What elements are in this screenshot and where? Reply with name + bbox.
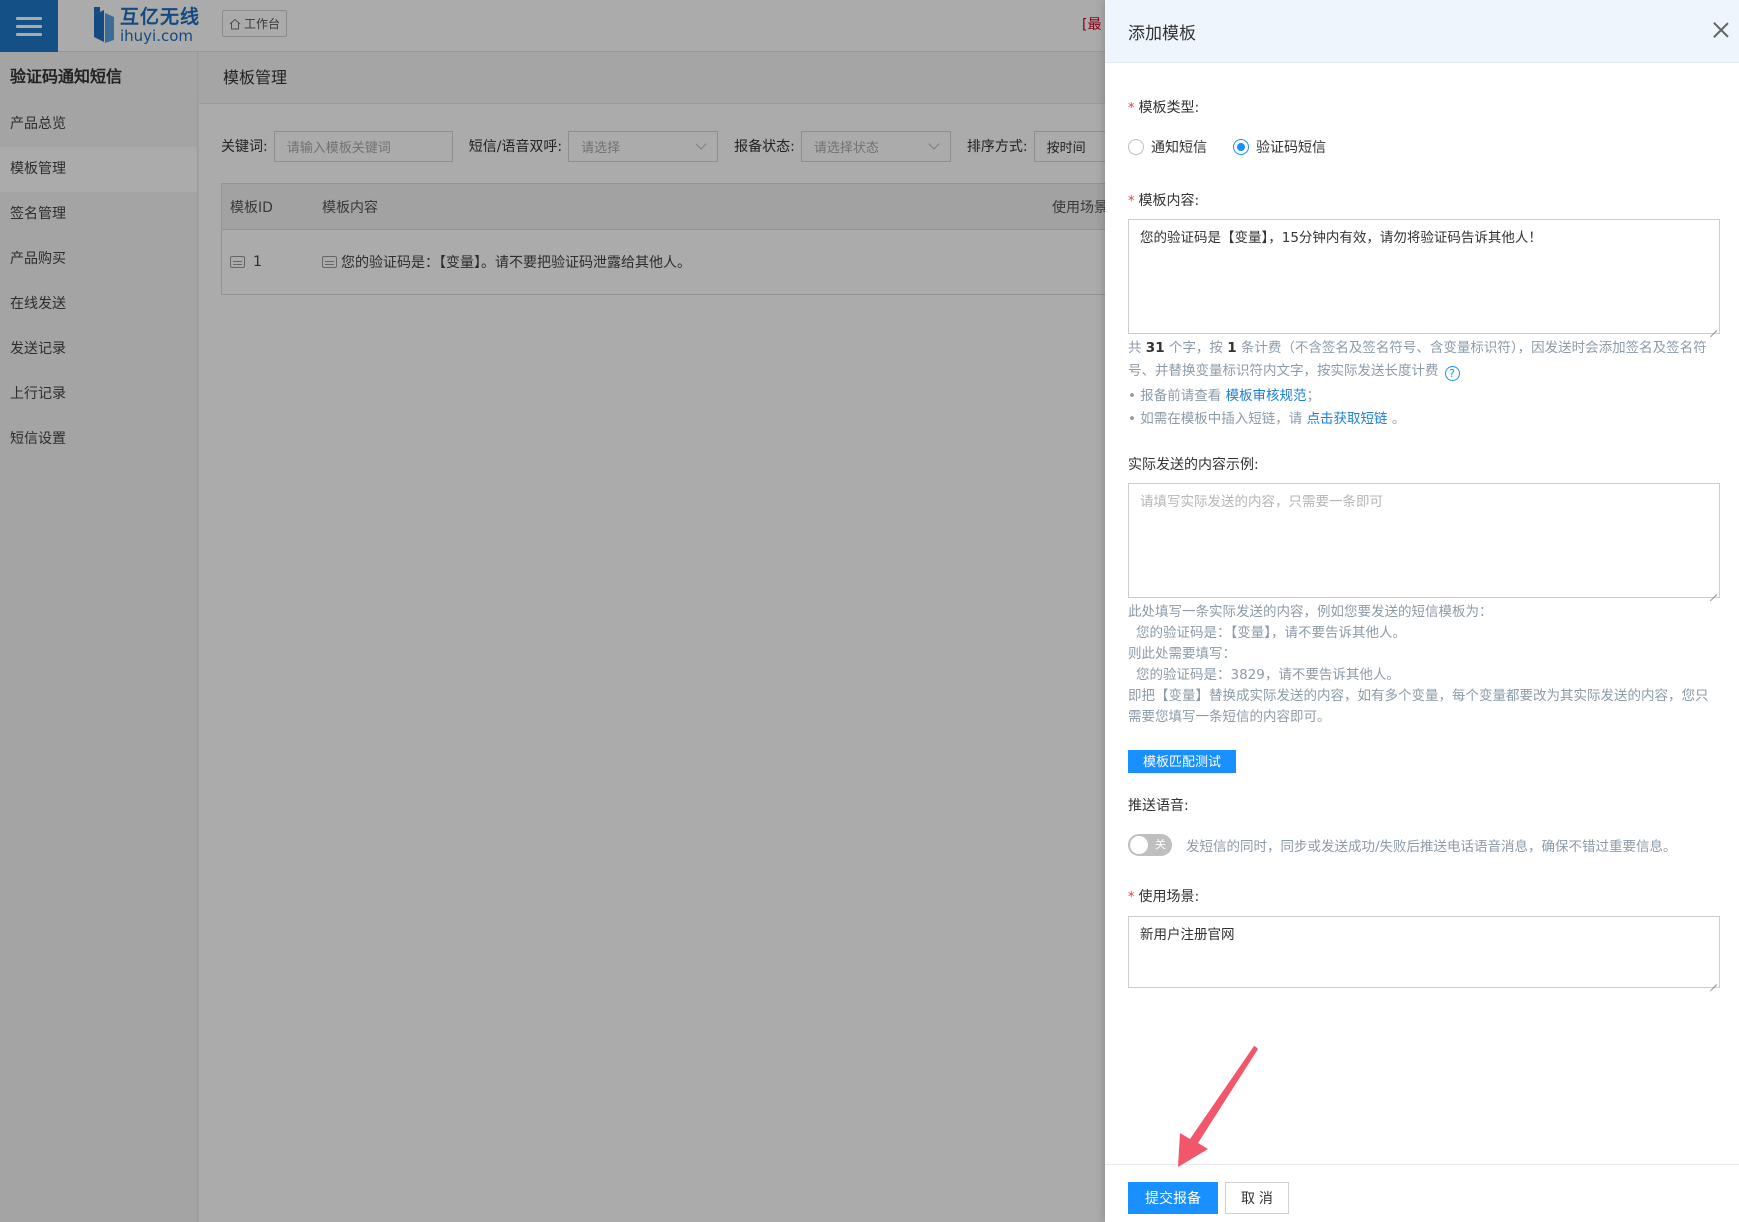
radio-circle-checked[interactable] (1233, 139, 1249, 155)
annotation-arrow-icon (1178, 1046, 1258, 1167)
scene-field-label: * 使用场景: (1128, 886, 1199, 906)
resize-handle-icon[interactable] (1709, 323, 1717, 331)
count-hint: 共 31 个字，按 1 条计费（不含签名及签名符号、含变量标识符），因发送时会添… (1128, 337, 1720, 383)
example-help-line: 即把【变量】替换成实际发送的内容，如有多个变量，每个变量都要改为其实际发送的内容… (1128, 688, 1709, 725)
radio-circle[interactable] (1128, 139, 1144, 155)
content-field-label: * 模板内容: (1128, 190, 1199, 210)
resize-handle-icon[interactable] (1709, 977, 1717, 985)
submit-report-button[interactable]: 提交报备 (1128, 1182, 1218, 1214)
count-hint-p1: 共 (1128, 340, 1142, 356)
voice-switch-row: 关 发短信的同时，同步或发送成功/失败后推送电话语音消息，确保不错过重要信息。 (1128, 834, 1677, 856)
shortlink-prefix: • 如需在模板中插入短链，请 (1128, 411, 1303, 427)
drawer-footer: 提交报备 取 消 (1105, 1164, 1739, 1222)
template-content-value: 您的验证码是【变量】，15分钟内有效，请勿将验证码告诉其他人！ (1140, 230, 1542, 246)
example-content-textarea[interactable]: 请填写实际发送的内容，只需要一条即可 (1128, 483, 1720, 598)
radio-notice[interactable]: 通知短信 (1128, 137, 1207, 157)
scene-label-text: 使用场景: (1138, 889, 1200, 905)
count-hint-p2: 个字，按 (1168, 340, 1223, 356)
example-help-line: 此处填写一条实际发送的内容，例如您要发送的短信模板为： (1128, 604, 1493, 620)
example-help-line: 您的验证码是：【变量】，请不要告诉其他人。 (1136, 625, 1406, 641)
content-label-text: 模板内容: (1138, 193, 1200, 209)
example-help: 此处填写一条实际发送的内容，例如您要发送的短信模板为： 您的验证码是：【变量】，… (1128, 602, 1720, 728)
template-match-test-button[interactable]: 模板匹配测试 (1128, 750, 1237, 773)
shortlink-suffix: 。 (1391, 411, 1406, 427)
annotation-arrow-shape (1178, 1046, 1258, 1167)
review-prefix: • 报备前请查看 (1128, 388, 1222, 404)
example-placeholder: 请填写实际发送的内容，只需要一条即可 (1140, 494, 1383, 510)
example-help-line: 则此处需要填写： (1128, 646, 1236, 662)
drawer-header: 添加模板 (1105, 0, 1739, 63)
add-template-drawer: 添加模板 * 模板类型: 通知短信 验证码短信 * 模板内容: 您的验证码是【变量】… (1105, 0, 1739, 1222)
required-mark: * (1128, 890, 1135, 905)
voice-field-label: 推送语音: (1128, 798, 1189, 814)
required-mark: * (1128, 194, 1135, 209)
char-count: 31 (1145, 340, 1165, 356)
radio-verify[interactable]: 验证码短信 (1233, 137, 1326, 157)
shortlink-hint: • 如需在模板中插入短链，请 点击获取短链 。 (1128, 408, 1720, 431)
example-field-label: 实际发送的内容示例: (1128, 457, 1259, 473)
usage-scene-textarea[interactable]: 新用户注册官网 (1128, 916, 1720, 988)
review-hint: • 报备前请查看 模板审核规范； (1128, 385, 1720, 408)
voice-toggle[interactable]: 关 (1128, 834, 1172, 856)
cancel-button[interactable]: 取 消 (1225, 1182, 1289, 1214)
radio-notice-label: 通知短信 (1151, 140, 1207, 156)
resize-handle-icon[interactable] (1709, 587, 1717, 595)
radio-verify-label: 验证码短信 (1256, 140, 1326, 156)
help-icon[interactable]: ? (1444, 366, 1460, 381)
review-suffix: ； (1306, 388, 1321, 404)
type-field-label: * 模板类型: (1128, 97, 1199, 117)
template-type-radio-group: 通知短信 验证码短信 (1128, 136, 1352, 158)
billing-units: 1 (1227, 340, 1237, 356)
review-rules-link[interactable]: 模板审核规范 (1226, 388, 1307, 404)
drawer-title: 添加模板 (1128, 24, 1196, 44)
toggle-knob (1130, 836, 1148, 854)
template-content-textarea[interactable]: 您的验证码是【变量】，15分钟内有效，请勿将验证码告诉其他人！ (1128, 219, 1720, 334)
required-mark: * (1128, 101, 1135, 116)
type-label-text: 模板类型: (1138, 100, 1200, 116)
usage-scene-value: 新用户注册官网 (1140, 927, 1235, 943)
toggle-text: 关 (1155, 838, 1166, 851)
get-shortlink-link[interactable]: 点击获取短链 (1307, 411, 1388, 427)
example-help-line: 您的验证码是：3829，请不要告诉其他人。 (1136, 667, 1400, 683)
voice-description: 发短信的同时，同步或发送成功/失败后推送电话语音消息，确保不错过重要信息。 (1186, 839, 1677, 855)
close-icon[interactable] (1711, 20, 1731, 40)
